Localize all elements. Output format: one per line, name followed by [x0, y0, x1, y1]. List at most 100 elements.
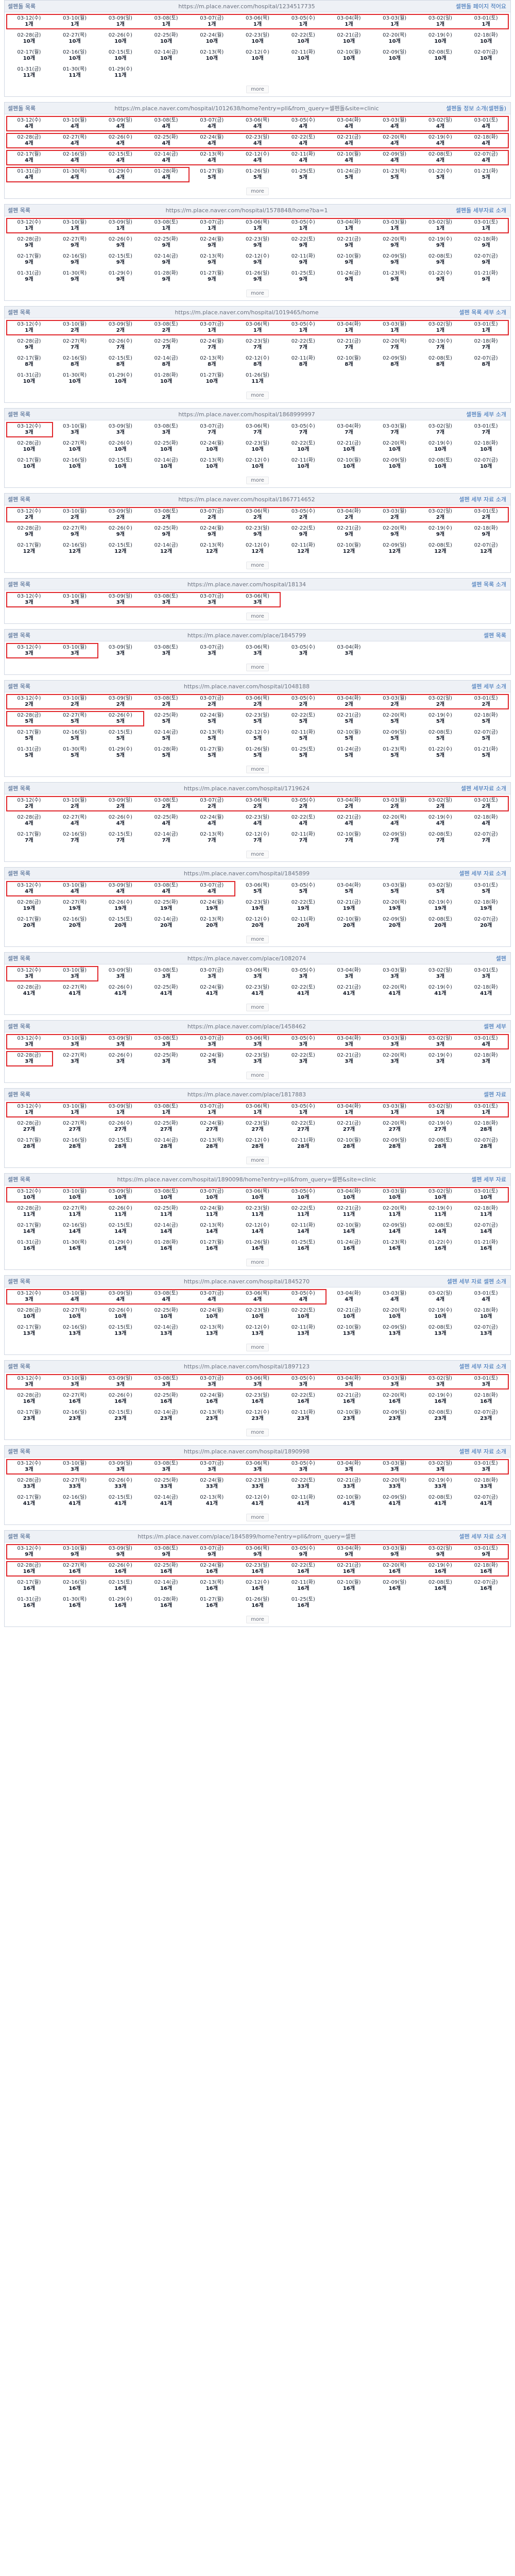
keyword-link[interactable]: 셀펜 세부자료 소개 [429, 784, 510, 792]
keyword-link[interactable]: 셀펜 목록 소개 [429, 580, 510, 588]
rank-date: 02-12(수) [245, 49, 270, 55]
more-button[interactable]: more [246, 1258, 269, 1266]
place-name-link[interactable]: 셀펜돌 목록 [5, 104, 64, 112]
rank-value: 9개 [299, 277, 307, 282]
more-button[interactable]: more [246, 1343, 269, 1351]
place-name-link[interactable]: 셀펜돌 목록 [5, 2, 64, 10]
place-name-link[interactable]: 셀펜 목록 [5, 954, 64, 962]
place-url-link[interactable]: https://m.place.naver.com/hospital/18900… [64, 1175, 429, 1183]
keyword-link[interactable]: 셀펜 세부 자료 소개 [429, 1532, 510, 1540]
keyword-link[interactable]: 셀펜 세부 [429, 1022, 510, 1030]
place-url-link[interactable]: https://m.place.naver.com/hospital/18134 [64, 581, 429, 588]
place-name-link[interactable]: 셀펜 목록 [5, 1022, 64, 1030]
rank-value: 33개 [251, 1484, 264, 1489]
place-url-link[interactable]: https://m.place.naver.com/hospital/18689… [64, 411, 429, 418]
place-name-link[interactable]: 셀펜 목록 [5, 1447, 64, 1455]
more-button[interactable]: more [246, 476, 269, 484]
block-footer: more [5, 609, 510, 623]
place-name-link[interactable]: 셀펜 목록 [5, 1175, 64, 1183]
rank-value: 8개 [162, 362, 170, 367]
place-name-link[interactable]: 셀펜 목록 [5, 206, 64, 214]
more-button[interactable]: more [246, 1428, 269, 1436]
place-url-link[interactable]: https://m.place.naver.com/hospital/18452… [64, 1278, 429, 1285]
rank-value: 16개 [297, 1603, 310, 1608]
rank-row: 02-17(월) 8개 02-16(일) 8개 02-15(토) 8개 02-14(금) 8개… [7, 354, 508, 371]
more-button[interactable]: more [246, 1513, 269, 1521]
more-button[interactable]: more [246, 561, 269, 569]
more-button[interactable]: more [246, 391, 269, 399]
place-url-link[interactable]: https://m.place.naver.com/hospital/18458… [64, 870, 429, 877]
block-footer: more [5, 82, 510, 96]
place-name-link[interactable]: 셀펜 목록 [5, 631, 64, 639]
rank-value: 33개 [434, 1484, 447, 1489]
place-name-link[interactable]: 셀펜 목록 [5, 1277, 64, 1285]
more-button[interactable]: more [246, 850, 269, 858]
more-button[interactable]: more [246, 1156, 269, 1164]
more-button[interactable]: more [246, 1615, 269, 1623]
rank-cell: 02-17(월) 12개 [7, 541, 52, 558]
place-name-link[interactable]: 셀펜 목록 [5, 1090, 64, 1098]
more-button[interactable]: more [246, 289, 269, 297]
keyword-link[interactable]: 셀펜 목록 [429, 631, 510, 639]
rank-row: 02-28(금) 10개 02-27(목) 10개 02-26(수) 10개 02-25(화… [7, 1306, 508, 1323]
place-name-link[interactable]: 셀펜 목록 [5, 1362, 64, 1370]
place-url-link[interactable]: https://m.place.naver.com/place/1817883 [64, 1091, 429, 1098]
place-name-link[interactable]: 셀펜 목록 [5, 495, 64, 503]
place-url-link[interactable]: https://m.place.naver.com/place/1082074 [64, 955, 429, 962]
highlight-box [6, 796, 509, 811]
place-name-link[interactable]: 셀펜 목록 [5, 410, 64, 418]
keyword-link[interactable]: 셀펜 세부 자료 소개 [429, 1362, 510, 1370]
keyword-link[interactable]: 셀펜 자료 [429, 1090, 510, 1098]
more-button[interactable]: more [246, 663, 269, 671]
rank-cell: 02-26(수) 10개 [98, 31, 143, 48]
place-url-link[interactable]: https://m.place.naver.com/hospital/15788… [64, 207, 429, 214]
place-url-link[interactable]: https://m.place.naver.com/hospital/10481… [64, 683, 429, 690]
ranking-block: 셀펜 목록 https://m.place.naver.com/hospital/… [4, 1173, 511, 1270]
keyword-link[interactable]: 셀펜 [429, 954, 510, 962]
place-url-link[interactable]: https://m.place.naver.com/place/1845899/… [64, 1532, 429, 1540]
place-name-link[interactable]: 셀펜 목록 [5, 682, 64, 690]
more-button[interactable]: more [246, 935, 269, 943]
rank-row: 03-12(수) 1개 03-10(월) 1개 03-09(일) 1개 03-08(토) 1개… [6, 218, 509, 235]
rank-date: 02-19(수) [428, 440, 452, 446]
keyword-link[interactable]: 셀펜 세부 자료 [429, 1175, 510, 1183]
place-name-link[interactable]: 셀펜 목록 [5, 869, 64, 877]
keyword-link[interactable]: 셀펜 세부 자료 소개 [429, 869, 510, 877]
more-button[interactable]: more [246, 187, 269, 195]
keyword-link[interactable]: 셀펜 세부 자료 소개 [429, 1447, 510, 1455]
keyword-link[interactable]: 셀펜 세부 자료 소개 [429, 495, 510, 503]
place-name-link[interactable]: 셀펜 목록 [5, 784, 64, 792]
rank-value: 10개 [23, 464, 35, 469]
place-url-link[interactable]: https://m.place.naver.com/hospital/18909… [64, 1448, 429, 1455]
keyword-link[interactable]: 셀펜돌 세부 소개 [429, 410, 510, 418]
keyword-link[interactable]: 셀펜돌 페이지 적어요 [429, 2, 510, 10]
more-button[interactable]: more [246, 85, 269, 93]
keyword-link[interactable]: 셀펜 세부 소개 [429, 682, 510, 690]
place-url-link[interactable]: https://m.place.naver.com/hospital/12345… [64, 3, 429, 10]
keyword-link[interactable]: 셀펜돌 세부자료 소개 [429, 206, 510, 214]
more-button[interactable]: more [246, 765, 269, 773]
rank-value: 9개 [71, 532, 79, 537]
rank-value: 41개 [342, 991, 355, 996]
place-name-link[interactable]: 셀펜 목록 [5, 308, 64, 316]
place-name-link[interactable]: 셀펜 목록 [5, 580, 64, 588]
rank-value: 3개 [162, 974, 170, 979]
place-url-link[interactable]: https://m.place.naver.com/hospital/10194… [64, 309, 429, 316]
place-url-link[interactable]: https://m.place.naver.com/place/1845799 [64, 632, 429, 639]
place-url-link[interactable]: https://m.place.naver.com/hospital/18677… [64, 496, 429, 503]
keyword-link[interactable]: 셀펜돌 정보 소개(셀펜돌) [429, 104, 510, 112]
more-button[interactable]: more [246, 1003, 269, 1011]
place-url-link[interactable]: https://m.place.naver.com/hospital/10126… [64, 104, 429, 112]
rank-value: 11개 [480, 1212, 492, 1217]
place-url-link[interactable]: https://m.place.naver.com/hospital/18971… [64, 1363, 429, 1370]
place-name-link[interactable]: 셀펜 목록 [5, 1532, 64, 1540]
keyword-link[interactable]: 셀펜 목록 세부 소개 [429, 308, 510, 316]
rank-cell: 02-25(화) 10개 [144, 439, 188, 456]
keyword-link[interactable]: 셀펜 세부 자료 셀펜 소개 [429, 1277, 510, 1285]
rank-cell: 02-17(월) 7개 [7, 830, 52, 847]
more-button[interactable]: more [246, 612, 269, 620]
place-url-link[interactable]: https://m.place.naver.com/place/1458462 [64, 1023, 429, 1030]
rank-date: 02-28(금) [17, 440, 41, 446]
place-url-link[interactable]: https://m.place.naver.com/hospital/17196… [64, 785, 429, 792]
more-button[interactable]: more [246, 1071, 269, 1079]
